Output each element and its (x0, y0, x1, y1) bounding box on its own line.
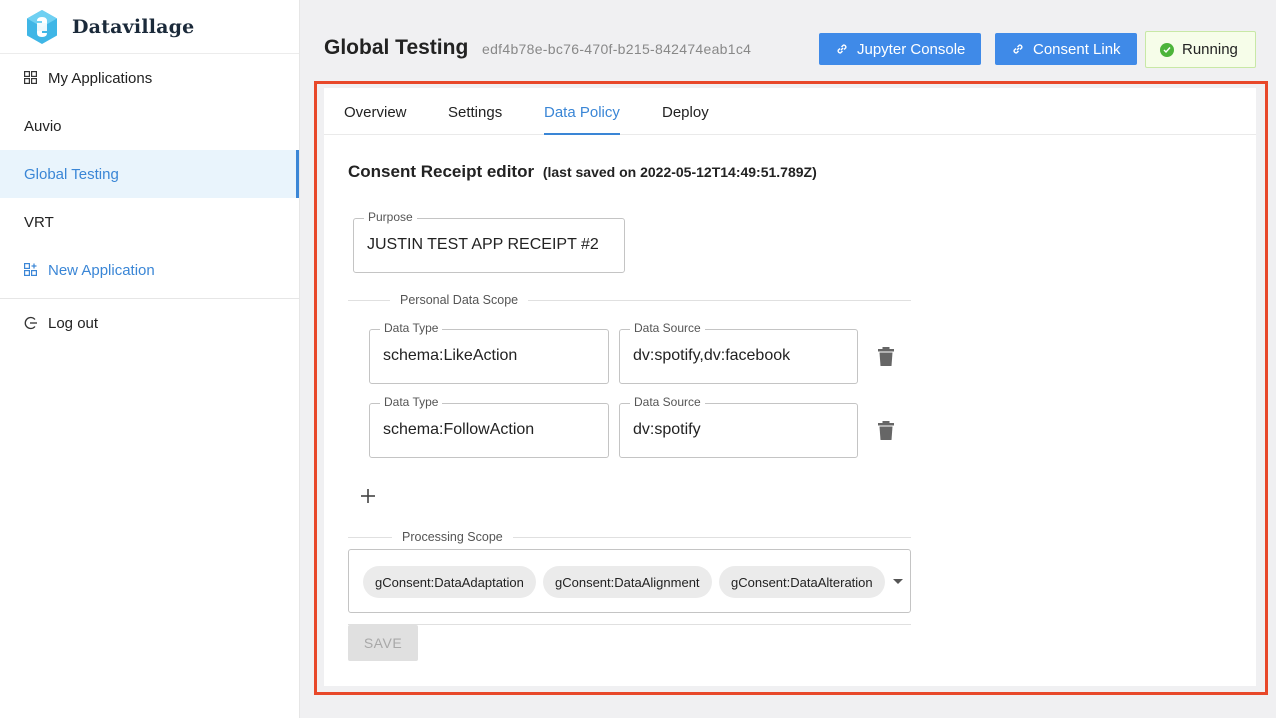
datavillage-logo-icon (24, 9, 60, 45)
tab-deploy[interactable]: Deploy (662, 104, 709, 135)
chevron-down-icon[interactable] (893, 579, 903, 584)
sidebar-item-global-testing[interactable]: Global Testing (0, 150, 299, 198)
grid-icon (24, 71, 38, 85)
data-type-field[interactable]: Data Type schema:FollowAction (369, 395, 609, 458)
sidebar-item-new-application[interactable]: New Application (0, 246, 299, 294)
data-source-label: Data Source (630, 395, 705, 409)
save-button[interactable]: SAVE (348, 625, 418, 661)
data-type-label: Data Type (380, 321, 443, 335)
sidebar-item-label: New Application (48, 261, 155, 279)
main-panel: Overview Settings Data Policy Deploy Con… (324, 88, 1256, 686)
purpose-value: JUSTIN TEST APP RECEIPT #2 (367, 236, 599, 253)
add-scope-row-button[interactable] (360, 488, 376, 509)
delete-scope-row-button[interactable] (878, 347, 896, 367)
processing-chip[interactable]: gConsent:DataAlignment (543, 566, 712, 598)
trash-icon (878, 347, 894, 366)
sidebar-item-vrt[interactable]: VRT (0, 198, 299, 246)
processing-chip[interactable]: gConsent:DataAlteration (719, 566, 885, 598)
data-source-label: Data Source (630, 321, 705, 335)
purpose-label: Purpose (364, 210, 417, 224)
logout-icon (24, 316, 38, 330)
data-type-label: Data Type (380, 395, 443, 409)
status-badge: Running (1145, 31, 1256, 68)
data-type-value: schema:FollowAction (383, 421, 535, 438)
processing-scope-select[interactable]: gConsent:DataAdaptation gConsent:DataAli… (348, 549, 911, 613)
link-icon (835, 42, 849, 56)
consent-link-button[interactable]: Consent Link (995, 33, 1137, 65)
sidebar-item-label: VRT (24, 213, 54, 231)
data-source-value: dv:spotify,dv:facebook (633, 347, 791, 364)
data-source-field[interactable]: Data Source dv:spotify (619, 395, 858, 458)
logout-label: Log out (48, 314, 99, 332)
sidebar-item-label: Global Testing (24, 165, 119, 183)
add-app-icon (24, 263, 38, 277)
processing-chip[interactable]: gConsent:DataAdaptation (363, 566, 536, 598)
delete-scope-row-button[interactable] (878, 421, 896, 441)
status-label: Running (1182, 41, 1238, 58)
processing-scope-bottom-rule (348, 624, 911, 625)
page-title: Global Testing (324, 36, 469, 59)
data-type-value: schema:LikeAction (383, 347, 518, 364)
jupyter-console-button[interactable]: Jupyter Console (819, 33, 982, 65)
sidebar-item-label: My Applications (48, 69, 153, 87)
editor-title: Consent Receipt editor (last saved on 20… (348, 162, 817, 182)
brand-name: Datavillage (72, 15, 195, 38)
processing-scope-legend: Processing Scope (392, 530, 513, 544)
logout-button[interactable]: Log out (0, 299, 299, 347)
data-source-field[interactable]: Data Source dv:spotify,dv:facebook (619, 321, 858, 384)
tab-bar: Overview Settings Data Policy Deploy (324, 88, 1256, 135)
sidebar: Datavillage My Applications Auvio Global… (0, 0, 300, 718)
last-saved-text: (last saved on 2022-05-12T14:49:51.789Z) (542, 164, 817, 180)
data-source-value: dv:spotify (633, 421, 701, 438)
tab-settings[interactable]: Settings (448, 104, 502, 135)
consent-link-label: Consent Link (1033, 40, 1121, 58)
personal-scope-legend: Personal Data Scope (390, 293, 529, 307)
trash-icon (878, 421, 894, 440)
plus-icon (361, 489, 375, 503)
link-icon (1011, 42, 1025, 56)
tab-overview[interactable]: Overview (344, 104, 407, 135)
editor-title-text: Consent Receipt editor (348, 162, 535, 181)
jupyter-console-label: Jupyter Console (857, 40, 966, 58)
data-type-field[interactable]: Data Type schema:LikeAction (369, 321, 609, 384)
application-id: edf4b78e-bc76-470f-b215-842474eab1c4 (482, 41, 752, 57)
sidebar-item-my-applications[interactable]: My Applications (0, 54, 299, 102)
brand: Datavillage (0, 0, 299, 54)
tab-data-policy[interactable]: Data Policy (544, 104, 620, 135)
check-circle-icon (1160, 42, 1174, 57)
sidebar-item-auvio[interactable]: Auvio (0, 102, 299, 150)
sidebar-item-label: Auvio (24, 117, 62, 135)
purpose-field[interactable]: Purpose JUSTIN TEST APP RECEIPT #2 (353, 210, 625, 273)
